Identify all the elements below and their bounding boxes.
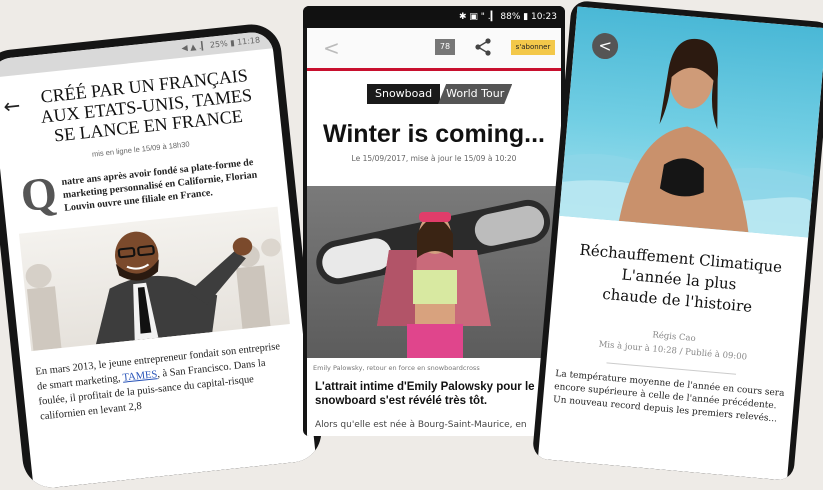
article-subtitle: L'attrait intime d'Emily Palowsky pour l… [315,381,535,407]
article-body: La température moyenne de l'année en cou… [552,368,785,425]
status-bar: ✱ ▣ " .▎ 88% ▮ 10:23 [303,6,565,28]
tag-world-tour[interactable]: World Tour [438,84,512,104]
subscribe-button[interactable]: s'abonner [511,40,555,55]
back-chevron-icon[interactable]: < [323,36,340,60]
share-icon[interactable] [473,37,493,61]
drop-cap: Q [18,166,60,222]
article-body: Alors qu'elle est née à Bourg-Saint-Maur… [315,420,527,430]
headline: Winter is coming... [322,120,546,148]
divider [606,362,737,375]
toolbar: < 78 s'abonner [307,28,561,71]
phone-right: < Réchauffement Climatique L'année la pl… [531,0,823,482]
publish-date: Le 15/09/2017, mise à jour le 15/09 à 10… [351,154,517,163]
phone-center-screen: < 78 s'abonner Snowboad World Tour Winte… [307,28,561,436]
article-photo-snowboarder [307,186,561,358]
article-photo-businessman [18,206,290,352]
photo-caption: Emily Palowsky, retour en force en snowb… [313,364,480,372]
phone-right-screen: < Réchauffement Climatique L'année la pl… [537,6,823,481]
tames-link[interactable]: TAMES [122,369,158,384]
article-title: Réchauffement Climatique L'année la plus… [558,238,801,322]
category-tags: Snowboad World Tour [367,84,512,104]
tag-snowboard[interactable]: Snowboad [367,84,441,104]
phone-center: ✱ ▣ " .▎ 88% ▮ 10:23 < 78 s'abonner Snow… [303,6,565,436]
back-arrow-icon[interactable]: ← [2,93,21,119]
phone-left: ◀ ▲ .▎ 25% ▮ 11:18 ← CRÉÉ PAR UN FRANÇAI… [0,21,325,490]
article-body: En mars 2013, le jeune entrepreneur fond… [35,338,296,424]
comment-count-badge[interactable]: 78 [435,39,455,55]
phone-left-screen: ◀ ▲ .▎ 25% ▮ 11:18 ← CRÉÉ PAR UN FRANÇAI… [0,30,317,490]
